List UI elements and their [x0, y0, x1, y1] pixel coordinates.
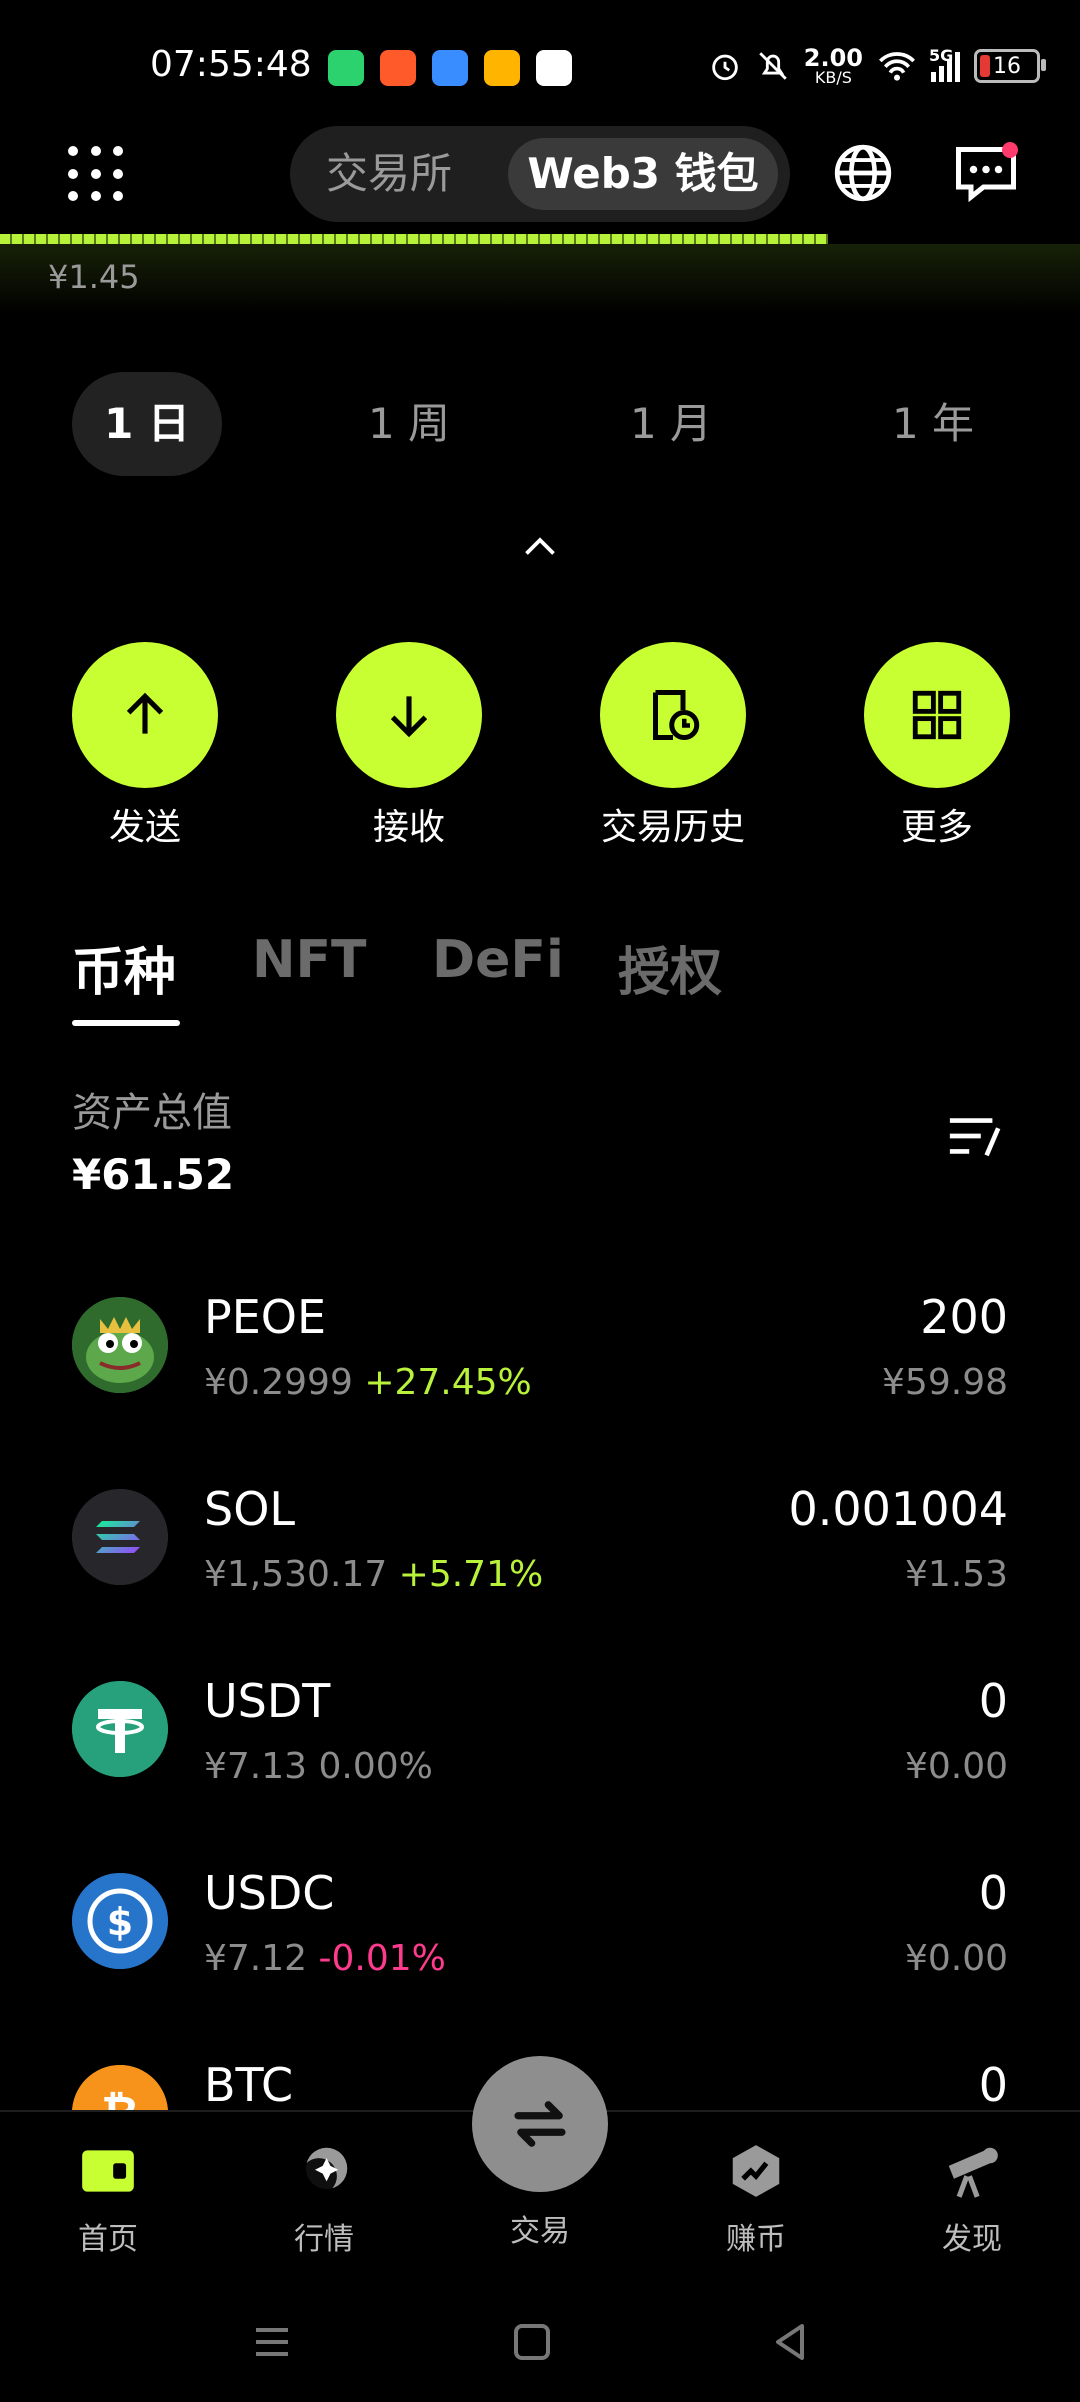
arrow-down-icon — [390, 696, 428, 738]
tab-defi[interactable]: DeFi — [432, 930, 564, 990]
total-assets-label: 资产总值 — [72, 1090, 232, 1136]
home-icon[interactable] — [508, 2318, 556, 2366]
chart-glow — [0, 244, 1080, 314]
trade-button[interactable] — [472, 2056, 608, 2192]
mode-toggle[interactable]: 交易所 Web3 钱包 — [290, 126, 790, 222]
timeframe-1y[interactable]: 1 年 — [858, 372, 1008, 476]
arrow-up-icon — [126, 692, 164, 734]
peoe-token-icon — [72, 1297, 168, 1393]
notification-badge — [1002, 142, 1018, 158]
token-change: 0.00% — [318, 1746, 433, 1787]
signal-icon: 5G — [929, 46, 960, 82]
battery-icon: 16 — [974, 49, 1046, 83]
app-notification-icon — [328, 50, 364, 86]
mute-icon — [759, 52, 787, 80]
more-label: 更多 — [900, 807, 973, 848]
status-time: 07:55:48 — [150, 44, 312, 85]
price-chart-line — [0, 234, 828, 244]
active-tab-indicator — [72, 1020, 180, 1026]
token-price-line: ¥7.13 0.00% — [204, 1746, 433, 1787]
globe-icon[interactable] — [832, 142, 894, 204]
token-price-line: ¥0.2999 +27.45% — [204, 1362, 532, 1403]
usdt-token-icon — [72, 1681, 168, 1777]
wifi-icon — [879, 52, 915, 81]
timeframe-1d[interactable]: 1 日 — [72, 372, 222, 476]
alarm-icon — [712, 54, 738, 81]
svg-text:₿: ₿ — [101, 2086, 139, 2110]
token-symbol: PEOE — [204, 1290, 327, 1344]
token-value: ¥0.00 — [904, 1746, 1008, 1787]
nav-discover[interactable]: 发现 — [892, 2140, 1052, 2258]
send-label: 发送 — [108, 807, 181, 848]
receive-label: 接收 — [372, 807, 445, 848]
sort-filter-icon[interactable] — [946, 1112, 1004, 1160]
token-symbol: USDC — [204, 1866, 335, 1920]
tab-web3-wallet[interactable]: Web3 钱包 — [508, 138, 778, 210]
recents-icon[interactable] — [248, 2318, 296, 2366]
market-icon — [300, 2147, 348, 2195]
tab-nft[interactable]: NFT — [252, 930, 367, 990]
chevron-up-icon[interactable] — [522, 534, 558, 558]
history-icon — [653, 690, 700, 740]
token-symbol: USDT — [204, 1674, 331, 1728]
grid-icon — [912, 690, 962, 740]
nav-home[interactable]: 首页 — [28, 2140, 188, 2258]
sol-token-icon — [72, 1489, 168, 1585]
usdc-token-icon: $ — [72, 1873, 168, 1969]
token-price-line: ¥1,530.17 +5.71% — [204, 1554, 544, 1595]
timeframe-1w[interactable]: 1 周 — [334, 372, 484, 476]
nav-market[interactable]: 行情 — [244, 2140, 404, 2258]
svg-text:$: $ — [107, 1900, 133, 1944]
token-amount: 200 — [920, 1290, 1008, 1344]
tab-approvals[interactable]: 授权 — [618, 930, 722, 1005]
back-icon[interactable] — [766, 2318, 814, 2366]
token-amount: 0.001004 — [788, 1482, 1009, 1536]
tab-tokens[interactable]: 币种 — [72, 930, 176, 1005]
tab-exchange[interactable]: 交易所 — [304, 138, 474, 210]
more-button[interactable] — [864, 642, 1010, 788]
timeframe-1m[interactable]: 1 月 — [596, 372, 746, 476]
earn-icon — [732, 2145, 780, 2197]
token-amount: 0 — [978, 1674, 1008, 1728]
receive-button[interactable] — [336, 642, 482, 788]
history-label: 交易历史 — [600, 807, 745, 848]
token-value: ¥0.00 — [904, 1938, 1008, 1979]
token-value: ¥1.53 — [904, 1554, 1008, 1595]
map-app-icon — [536, 50, 572, 86]
token-value: ¥59.98 — [882, 1362, 1008, 1403]
apps-menu-button[interactable] — [68, 146, 126, 204]
swap-icon — [514, 2101, 566, 2147]
nav-earn[interactable]: 赚币 — [676, 2140, 836, 2258]
token-change: +27.45% — [364, 1362, 532, 1403]
video-app-icon — [380, 50, 416, 86]
token-change: +5.71% — [398, 1554, 544, 1595]
wallet-icon — [82, 2150, 134, 2192]
weather-app-icon — [432, 50, 468, 86]
btc-token-icon: ₿ — [72, 2065, 168, 2110]
total-assets-value: ¥61.52 — [72, 1150, 235, 1199]
token-change: -0.01% — [318, 1938, 446, 1979]
token-symbol: SOL — [204, 1482, 296, 1536]
trade-label: 交易 — [510, 2214, 570, 2249]
token-symbol: BTC — [204, 2058, 294, 2110]
status-indicators: 2.00 KB/S 5G 16 — [708, 44, 1046, 87]
token-amount: 0 — [978, 1866, 1008, 1920]
token-amount: 0 — [978, 2058, 1008, 2110]
history-button[interactable] — [600, 642, 746, 788]
chart-min-label: ¥1.45 — [48, 258, 140, 296]
token-price-line: ¥7.12 -0.01% — [204, 1938, 446, 1979]
weibo-app-icon — [484, 50, 520, 86]
telescope-icon — [948, 2147, 998, 2198]
send-button[interactable] — [72, 642, 218, 788]
net-speed: 2.00 KB/S — [803, 44, 863, 87]
